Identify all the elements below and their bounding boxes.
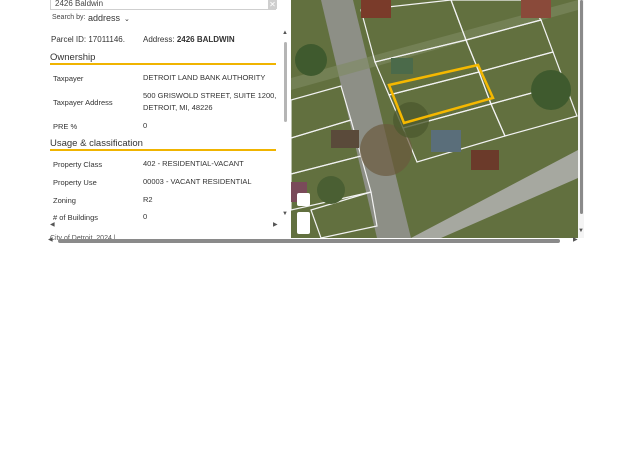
row-value-buildings: 0	[143, 212, 148, 221]
section-divider	[50, 149, 276, 151]
vertical-scrollbar[interactable]	[284, 42, 287, 122]
section-title-usage: Usage & classification	[50, 138, 143, 149]
zoom-out-button[interactable]	[297, 212, 310, 234]
map-vertical-scrollbar[interactable]	[580, 0, 583, 214]
search-by-value: address	[88, 13, 121, 23]
parcel-address: Address: 2426 BALDWIN	[143, 35, 235, 44]
scroll-down-icon[interactable]: ▼	[282, 211, 288, 217]
search-by-select[interactable]: address ⌄	[88, 13, 130, 23]
scroll-left-icon[interactable]: ◀	[50, 221, 55, 228]
row-value-property-class: 402 - RESIDENTIAL-VACANT	[143, 159, 244, 168]
row-label-pre: PRE %	[53, 122, 78, 131]
search-by-label: Search by:	[52, 14, 86, 21]
row-label-taxpayer: Taxpayer	[53, 74, 84, 83]
row-label-taxpayer-address: Taxpayer Address	[53, 98, 113, 107]
horizontal-scrollbar[interactable]	[58, 239, 560, 243]
close-icon[interactable]: ✕	[268, 0, 277, 9]
aerial-map[interactable]	[291, 0, 578, 238]
row-value-pre: 0	[143, 121, 148, 130]
address-value: 2426 BALDWIN	[176, 35, 235, 44]
scroll-right-icon[interactable]: ▶	[573, 236, 578, 243]
row-label-property-class: Property Class	[53, 160, 103, 169]
row-value-property-use: 00003 - VACANT RESIDENTIAL	[143, 177, 252, 186]
row-value-taxpayer-address-line1: 500 GRISWOLD STREET, SUITE 1200,	[143, 91, 277, 100]
scroll-down-icon[interactable]: ▼	[578, 228, 584, 234]
scroll-left-icon[interactable]: ◀	[48, 236, 53, 243]
row-value-taxpayer-address-line2: DETROIT, MI, 48226	[143, 103, 213, 112]
search-input[interactable]: 2426 Baldwin	[50, 0, 276, 10]
address-label: Address:	[143, 35, 175, 44]
aerial-imagery	[291, 0, 578, 238]
section-title-ownership: Ownership	[50, 52, 96, 63]
row-value-taxpayer: DETROIT LAND BANK AUTHORITY	[143, 73, 266, 82]
row-value-zoning: R2	[143, 195, 153, 204]
row-label-zoning: Zoning	[53, 196, 76, 205]
chevron-down-icon: ⌄	[124, 16, 130, 23]
parcel-id: Parcel ID: 17011146.	[51, 35, 125, 44]
zoom-in-button[interactable]	[297, 193, 310, 206]
parcel-info-panel: 2426 Baldwin ✕ Search by: address ⌄ Parce…	[46, 0, 288, 244]
scroll-right-icon[interactable]: ▶	[273, 221, 278, 228]
row-label-property-use: Property Use	[53, 178, 97, 187]
section-divider	[50, 63, 276, 65]
row-label-buildings: # of Buildings	[53, 213, 99, 222]
scroll-up-icon[interactable]: ▲	[282, 30, 288, 36]
